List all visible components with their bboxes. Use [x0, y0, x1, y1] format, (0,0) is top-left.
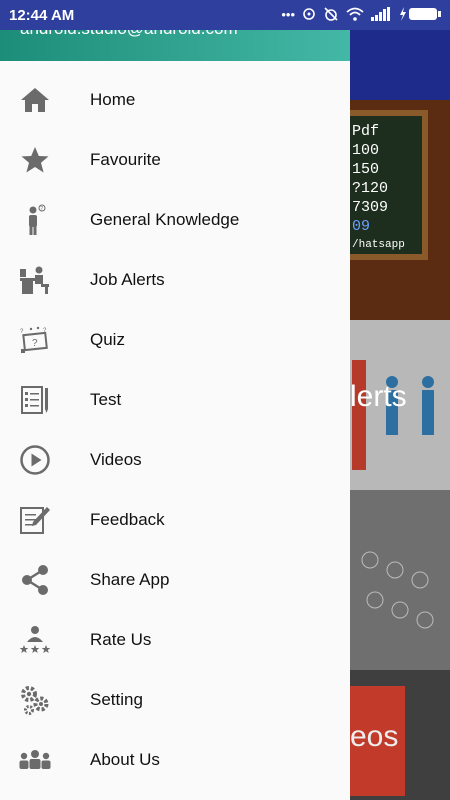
svg-text:?: ? — [20, 329, 24, 335]
signal-icon — [371, 7, 391, 21]
play-circle-icon — [18, 444, 52, 476]
rating-icon — [18, 624, 52, 656]
board-line: 100 — [352, 142, 380, 159]
menu-item-label: Job Alerts — [90, 270, 165, 289]
status-bar: 12:44 AM ••• — [0, 0, 450, 30]
account-email: android.studio@android.com — [20, 30, 238, 39]
home-icon — [18, 84, 52, 116]
menu-item-label: About Us — [90, 750, 160, 769]
menu-item-label: Feedback — [90, 510, 165, 529]
menu-item-label: Share App — [90, 570, 170, 589]
board-line: Pdf — [352, 123, 380, 140]
menu-item-about-us[interactable]: About Us — [0, 730, 350, 790]
more-icon: ••• — [281, 6, 295, 22]
menu-item-label: Videos — [90, 450, 142, 469]
menu-item-label: Favourite — [90, 150, 161, 169]
board-line: 7309 — [352, 199, 389, 216]
menu-item-general-knowledge[interactable]: ? General Knowledge — [0, 190, 350, 250]
wifi-icon — [346, 7, 364, 21]
menu-item-favourite[interactable]: Favourite — [0, 130, 350, 190]
edit-note-icon — [18, 504, 52, 536]
content-card-videos[interactable]: eos — [350, 670, 450, 800]
status-icons: ••• — [281, 6, 442, 22]
content-card-job-alerts[interactable]: lerts — [350, 320, 450, 490]
content-card-quiz[interactable] — [350, 490, 450, 670]
menu-item-share-app[interactable]: Share App — [0, 550, 350, 610]
star-icon — [18, 144, 52, 176]
content-card-pdf[interactable]: Pdf 100 150 ?120 7309 09 /hatsapp — [350, 100, 450, 320]
menu-item-label: Test — [90, 390, 122, 409]
gears-icon — [18, 684, 52, 716]
navigation-drawer: android.studio@android.com Home Favourit… — [0, 30, 350, 800]
board-line: /hatsapp — [352, 239, 405, 251]
menu-item-label: Rate Us — [90, 630, 152, 649]
menu-item-label: Home — [90, 90, 136, 109]
drawer-header: android.studio@android.com — [0, 30, 350, 61]
menu-item-videos[interactable]: Videos — [0, 430, 350, 490]
alarm-off-icon — [323, 6, 339, 22]
board-line: 150 — [352, 161, 380, 178]
menu-item-rate-us[interactable]: Rate Us — [0, 610, 350, 670]
svg-text:?: ? — [32, 338, 38, 349]
status-time: 12:44 AM — [9, 7, 75, 24]
menu-item-feedback[interactable]: Feedback — [0, 490, 350, 550]
menu-item-test[interactable]: Test — [0, 370, 350, 430]
menu-item-quiz[interactable]: ??? Quiz — [0, 310, 350, 370]
svg-text:?: ? — [40, 206, 43, 212]
app-toolbar — [350, 30, 450, 100]
chalkboard-image: Pdf 100 150 ?120 7309 09 /hatsapp — [350, 110, 428, 260]
card-title: lerts — [350, 380, 407, 413]
menu-item-setting[interactable]: Setting — [0, 670, 350, 730]
answer-sheet-image — [361, 551, 434, 629]
battery-charging-icon — [398, 6, 442, 22]
group-icon — [18, 744, 52, 776]
background-content: Pdf 100 150 ?120 7309 09 /hatsapp lerts … — [350, 30, 450, 800]
quiz-icon: ??? — [18, 324, 52, 356]
menu-item-label: Quiz — [90, 330, 125, 349]
checklist-icon — [18, 384, 52, 416]
sync-icon — [302, 7, 316, 21]
board-line: ?120 — [352, 180, 389, 197]
share-icon — [18, 564, 52, 596]
menu-item-job-alerts[interactable]: Job Alerts — [0, 250, 350, 310]
menu-item-label: Setting — [90, 690, 143, 709]
card-title: eos — [350, 720, 399, 753]
drawer-menu: Home Favourite ? General Knowledge Job A… — [0, 70, 350, 790]
desk-worker-icon — [18, 264, 52, 296]
menu-item-label: General Knowledge — [90, 210, 240, 229]
thinking-person-icon: ? — [18, 204, 52, 236]
menu-item-home[interactable]: Home — [0, 70, 350, 130]
board-line: 09 — [352, 218, 371, 235]
svg-text:?: ? — [43, 328, 47, 334]
